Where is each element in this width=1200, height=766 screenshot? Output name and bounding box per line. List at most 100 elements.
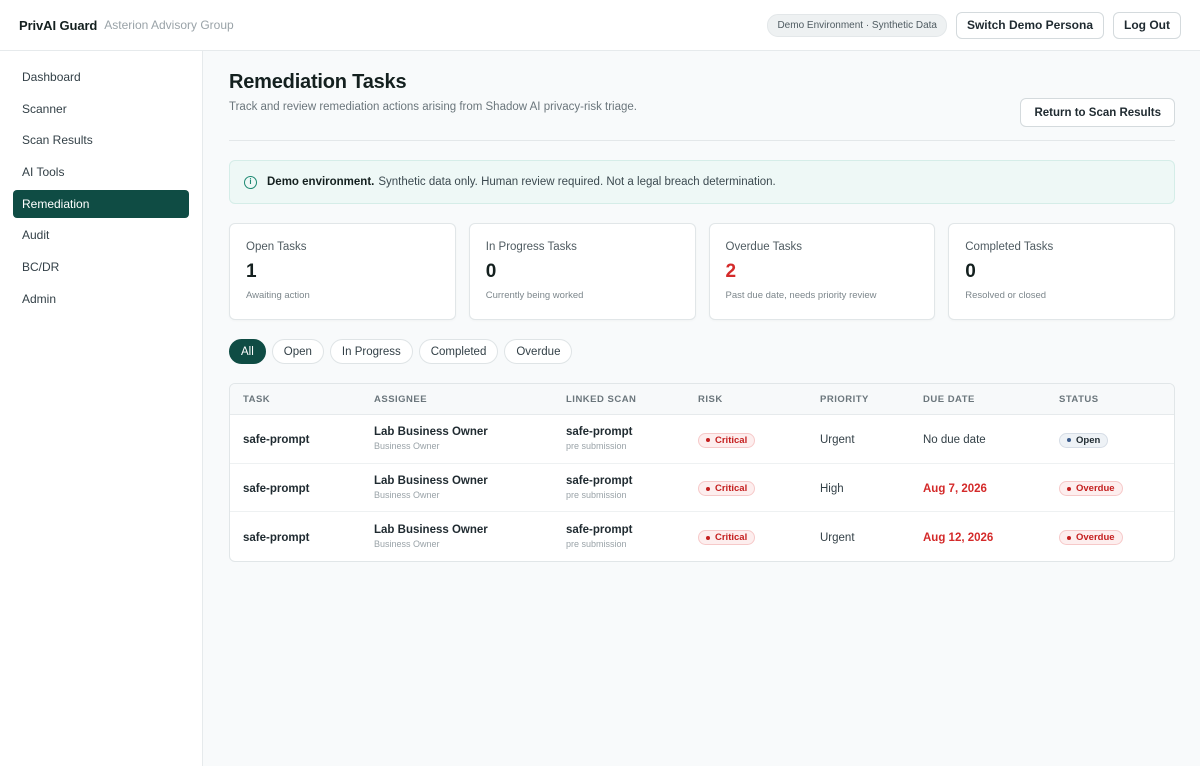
status-badge: Overdue bbox=[1059, 481, 1123, 496]
assignee-name: Lab Business Owner bbox=[374, 474, 488, 487]
sidebar-item-scanner[interactable]: Scanner bbox=[13, 95, 189, 123]
sidebar-item-label: Dashboard bbox=[22, 70, 81, 84]
card-in-progress-tasks: In Progress Tasks 0 Currently being work… bbox=[468, 223, 696, 320]
sidebar-item-label: BC/DR bbox=[22, 260, 60, 275]
filter-all[interactable]: All bbox=[229, 339, 266, 364]
filter-overdue[interactable]: Overdue bbox=[504, 339, 573, 364]
due-date: Aug 12, 2026 bbox=[923, 531, 994, 544]
switch-persona-button[interactable]: Switch Demo Persona bbox=[955, 11, 1105, 39]
task-name[interactable]: safe-prompt bbox=[243, 483, 309, 495]
page-header: Remediation Tasks Track and review remed… bbox=[229, 51, 1175, 127]
task-name[interactable]: safe-prompt bbox=[243, 532, 309, 544]
dot-icon bbox=[706, 438, 710, 442]
sidebar: Dashboard Scanner Scan Results AI Tools … bbox=[0, 51, 203, 766]
task-name[interactable]: safe-prompt bbox=[243, 434, 309, 446]
sidebar-item-scan-results[interactable]: Scan Results bbox=[13, 126, 189, 154]
linked-scan-stage: pre submission bbox=[566, 538, 627, 549]
column-header-status[interactable]: Status bbox=[1059, 394, 1174, 405]
sidebar-item-label: Scanner bbox=[22, 101, 67, 116]
risk-label: Critical bbox=[715, 483, 748, 494]
column-header-task[interactable]: Task bbox=[230, 394, 374, 405]
status-label: Overdue bbox=[1076, 483, 1115, 494]
status-label: Open bbox=[1076, 434, 1101, 446]
linked-scan-name[interactable]: safe-prompt bbox=[566, 524, 698, 536]
linked-scan-name[interactable]: safe-prompt bbox=[566, 475, 698, 487]
filter-open[interactable]: Open bbox=[271, 339, 324, 364]
sidebar-item-bcdr[interactable]: BC/DR bbox=[13, 253, 189, 281]
sidebar-item-label: Remediation bbox=[22, 196, 90, 211]
sidebar-item-label: Scan Results bbox=[22, 133, 93, 148]
sidebar-item-admin[interactable]: Admin bbox=[13, 285, 189, 313]
priority: Urgent bbox=[820, 434, 855, 447]
top-bar: PrivAI Guard Asterion Advisory Group Dem… bbox=[0, 0, 1200, 51]
priority: High bbox=[820, 482, 844, 495]
assignee-role: Business Owner bbox=[374, 489, 440, 500]
linked-scan-name[interactable]: safe-prompt bbox=[566, 426, 698, 438]
card-note: Past due date, needs priority review bbox=[725, 290, 877, 301]
risk-label: Critical bbox=[715, 434, 748, 446]
filter-completed[interactable]: Completed bbox=[418, 339, 499, 364]
due-date: Aug 7, 2026 bbox=[923, 482, 987, 495]
assignee-role: Business Owner bbox=[374, 538, 440, 549]
status-label: Overdue bbox=[1076, 532, 1115, 543]
assignee-name: Lab Business Owner bbox=[374, 523, 488, 536]
sidebar-item-ai-tools[interactable]: AI Tools bbox=[13, 158, 189, 186]
main-content: Remediation Tasks Track and review remed… bbox=[229, 51, 1175, 562]
card-note: Resolved or closed bbox=[965, 290, 1047, 301]
environment-badge: Demo Environment · Synthetic Data bbox=[767, 13, 947, 37]
status-badge: Overdue bbox=[1059, 530, 1123, 545]
sidebar-item-label: Admin bbox=[22, 291, 57, 306]
risk-badge: Critical bbox=[698, 432, 756, 448]
table-row[interactable]: safe-prompt Lab Business Owner Business … bbox=[230, 415, 1174, 464]
risk-label: Critical bbox=[715, 532, 748, 543]
column-header-risk[interactable]: Risk bbox=[698, 394, 820, 405]
due-date: No due date bbox=[923, 434, 986, 447]
dot-icon bbox=[1067, 535, 1071, 540]
card-label: In Progress Tasks bbox=[485, 241, 577, 253]
card-value: 2 bbox=[725, 261, 737, 282]
tasks-table: Task Assignee Linked Scan Risk Priority … bbox=[229, 383, 1175, 562]
column-header-linked-scan[interactable]: Linked Scan bbox=[566, 394, 698, 405]
notice-bold: Demo environment. bbox=[267, 176, 375, 188]
dot-icon bbox=[706, 535, 710, 540]
table-header: Task Assignee Linked Scan Risk Priority … bbox=[230, 384, 1174, 415]
card-value: 1 bbox=[246, 261, 257, 282]
card-note: Awaiting action bbox=[246, 290, 310, 301]
card-label: Completed Tasks bbox=[965, 241, 1054, 253]
logout-button[interactable]: Log Out bbox=[1113, 11, 1181, 39]
summary-cards: Open Tasks 1 Awaiting action In Progress… bbox=[229, 223, 1175, 320]
dot-icon bbox=[1067, 486, 1071, 491]
sidebar-item-audit[interactable]: Audit bbox=[13, 221, 189, 249]
brand-name[interactable]: PrivAI Guard bbox=[19, 18, 97, 33]
column-header-priority[interactable]: Priority bbox=[820, 394, 923, 405]
card-overdue-tasks: Overdue Tasks 2 Past due date, needs pri… bbox=[708, 223, 936, 320]
linked-scan-stage: pre submission bbox=[566, 489, 627, 500]
card-open-tasks: Open Tasks 1 Awaiting action bbox=[229, 223, 456, 320]
risk-badge: Critical bbox=[698, 530, 756, 545]
sidebar-item-label: Audit bbox=[22, 228, 50, 243]
sidebar-item-dashboard[interactable]: Dashboard bbox=[13, 63, 189, 91]
filter-in-progress[interactable]: In Progress bbox=[329, 339, 413, 364]
risk-badge: Critical bbox=[698, 481, 756, 496]
return-to-scan-results-button[interactable]: Return to Scan Results bbox=[1020, 98, 1175, 127]
table-row[interactable]: safe-prompt Lab Business Owner Business … bbox=[230, 464, 1174, 512]
page-subtitle: Track and review remediation actions ari… bbox=[229, 101, 637, 113]
column-header-due-date[interactable]: Due Date bbox=[923, 394, 1059, 405]
page-title: Remediation Tasks bbox=[229, 71, 407, 93]
card-completed-tasks: Completed Tasks 0 Resolved or closed bbox=[948, 223, 1175, 320]
card-value: 0 bbox=[485, 261, 497, 282]
notice-text: Synthetic data only. Human review requir… bbox=[378, 176, 776, 188]
table-row[interactable]: safe-prompt Lab Business Owner Business … bbox=[230, 512, 1174, 561]
sidebar-item-label: AI Tools bbox=[22, 165, 65, 180]
card-label: Overdue Tasks bbox=[725, 241, 803, 253]
divider bbox=[229, 140, 1175, 141]
assignee-role: Business Owner bbox=[374, 441, 440, 452]
column-header-assignee[interactable]: Assignee bbox=[374, 394, 566, 405]
dot-icon bbox=[1067, 438, 1071, 442]
card-label: Open Tasks bbox=[246, 241, 307, 253]
linked-scan-stage: pre submission bbox=[566, 441, 627, 452]
status-filters: All Open In Progress Completed Overdue bbox=[229, 339, 1175, 364]
dot-icon bbox=[706, 486, 710, 491]
sidebar-item-remediation[interactable]: Remediation bbox=[13, 189, 189, 218]
organization-name: Asterion Advisory Group bbox=[104, 18, 234, 32]
